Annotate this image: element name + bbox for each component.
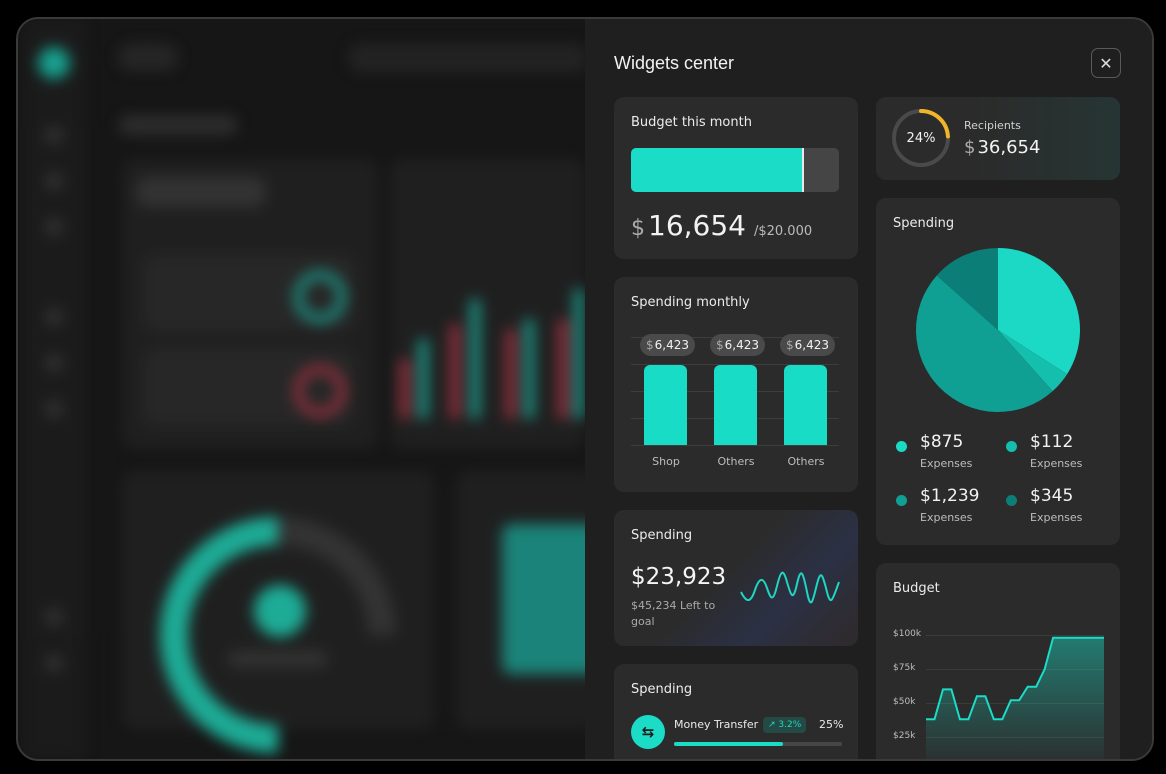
recipients-value: $36,654 — [964, 137, 1040, 158]
bg-block — [118, 43, 178, 71]
legend-dot — [1006, 495, 1017, 506]
y-tick-label: $25k — [893, 731, 916, 741]
recipients-percent: 24% — [906, 130, 936, 146]
bg-nav-icon — [46, 609, 62, 625]
budget-value: 16,654 — [648, 209, 746, 242]
currency-symbol: $ — [631, 216, 645, 241]
budget-progress-bar — [631, 148, 839, 192]
bar-value-badge: $6,423 — [710, 333, 765, 356]
budget-area-chart — [926, 636, 1104, 759]
pie-chart — [916, 248, 1080, 412]
bg-bar — [558, 319, 568, 419]
transfer-progress-bar — [674, 742, 842, 746]
bg-ring — [294, 365, 346, 417]
y-tick-label: $75k — [893, 663, 916, 673]
bg-block — [136, 177, 266, 207]
monthly-bar — [784, 364, 827, 445]
legend-label: Expenses — [920, 457, 973, 470]
bar-category-label: Others — [717, 455, 755, 468]
currency-symbol: $ — [716, 337, 724, 352]
card-title: Budget this month — [631, 115, 752, 130]
bg-block — [348, 43, 588, 73]
close-button[interactable]: ✕ — [1091, 48, 1121, 78]
close-icon: ✕ — [1099, 53, 1113, 73]
bar-value: 6,423 — [794, 337, 829, 352]
bg-bar — [450, 324, 460, 419]
budget-month-card[interactable]: Budget this month $ 16,654 /$20.000 — [614, 97, 858, 259]
bg-nav-icon — [46, 401, 62, 417]
bar-category-label: Others — [787, 455, 825, 468]
recipients-label: Recipients — [964, 119, 1021, 132]
legend-label: Expenses — [920, 511, 973, 524]
card-title: Spending monthly — [631, 295, 750, 310]
currency-symbol: $ — [646, 337, 654, 352]
panel-title: Widgets center — [614, 53, 735, 73]
transfer-label: Money Transfer — [674, 718, 759, 731]
transfer-progress-fill — [674, 742, 784, 746]
bar-value-badge: $6,423 — [640, 333, 695, 356]
bg-bar — [470, 299, 480, 419]
bg-bars — [398, 269, 584, 419]
legend-value: $345 — [1030, 486, 1074, 506]
bg-gauge-dot — [254, 585, 306, 637]
bg-nav-icon — [46, 219, 62, 235]
card-title: Budget — [893, 581, 940, 596]
bar-value: 6,423 — [724, 337, 759, 352]
spending-transfer-card[interactable]: Spending ⇆ Money Transfer ↗ 3.2% 25% — [614, 664, 858, 759]
legend-value: $1,239 — [920, 486, 980, 506]
bar-value-badge: $6,423 — [780, 333, 835, 356]
bar-value: 6,423 — [654, 337, 689, 352]
bg-bar — [506, 329, 516, 419]
spending-sparkline-card[interactable]: Spending $23,923 $45,234 Left to goal — [614, 510, 858, 646]
bg-ring — [294, 271, 346, 323]
app-window: Widgets center ✕ Budget this month $ 16,… — [16, 17, 1154, 761]
card-title: Spending — [631, 682, 693, 697]
bg-bar — [574, 289, 584, 419]
legend-label: Expenses — [1030, 511, 1083, 524]
legend-dot — [896, 495, 907, 506]
change-badge: ↗ 3.2% — [763, 717, 807, 733]
sparkline — [740, 571, 840, 604]
bg-bar — [418, 339, 428, 419]
recipients-card[interactable]: 24% Recipients $36,654 — [876, 97, 1120, 180]
budget-chart-card[interactable]: Budget $100k$75k$50k$25k$0k — [876, 563, 1120, 759]
currency-symbol: $ — [786, 337, 794, 352]
bg-nav-icon — [46, 309, 62, 325]
bg-bar — [524, 319, 534, 419]
legend-label: Expenses — [1030, 457, 1083, 470]
spending-monthly-card[interactable]: Spending monthly $6,423 Shop $6,423 Others $… — [614, 277, 858, 492]
widgets-center-panel: Widgets center ✕ Budget this month $ 16,… — [585, 19, 1152, 759]
legend-dot — [1006, 441, 1017, 452]
card-title: Spending — [631, 528, 693, 543]
recipients-amount: 36,654 — [977, 137, 1041, 158]
monthly-bar — [644, 364, 687, 445]
spending-pie-card[interactable]: Spending $875 Expenses $112 Expenses $1,239 E… — [876, 198, 1120, 545]
transfer-percent: 25% — [819, 718, 844, 731]
bar-category-label: Shop — [652, 455, 680, 468]
legend-value: $875 — [920, 432, 964, 452]
y-tick-label: $100k — [893, 629, 922, 639]
currency-symbol: $ — [964, 137, 976, 158]
bg-nav-icon — [46, 127, 62, 143]
sparkline-path — [740, 571, 840, 604]
swap-arrows-icon: ⇆ — [631, 715, 665, 749]
legend-dot — [896, 441, 907, 452]
budget-limit: /$20.000 — [753, 224, 813, 239]
card-title: Spending — [893, 216, 955, 231]
spending-goal-text: $45,234 Left to goal — [631, 599, 716, 628]
bg-nav-icon — [46, 355, 62, 371]
legend-value: $112 — [1030, 432, 1074, 452]
bg-nav-icon — [46, 173, 62, 189]
spending-value: $23,923 — [631, 564, 727, 590]
budget-progress-fill — [631, 148, 805, 192]
bg-bar — [400, 359, 410, 419]
budget-amount: $ 16,654 /$20.000 — [631, 209, 812, 242]
gridline — [631, 445, 839, 446]
bg-logo — [38, 47, 70, 79]
bg-nav-icon — [46, 655, 62, 671]
bg-block — [228, 651, 328, 667]
monthly-bar — [714, 364, 757, 445]
bg-block — [118, 115, 238, 135]
y-tick-label: $50k — [893, 697, 916, 707]
